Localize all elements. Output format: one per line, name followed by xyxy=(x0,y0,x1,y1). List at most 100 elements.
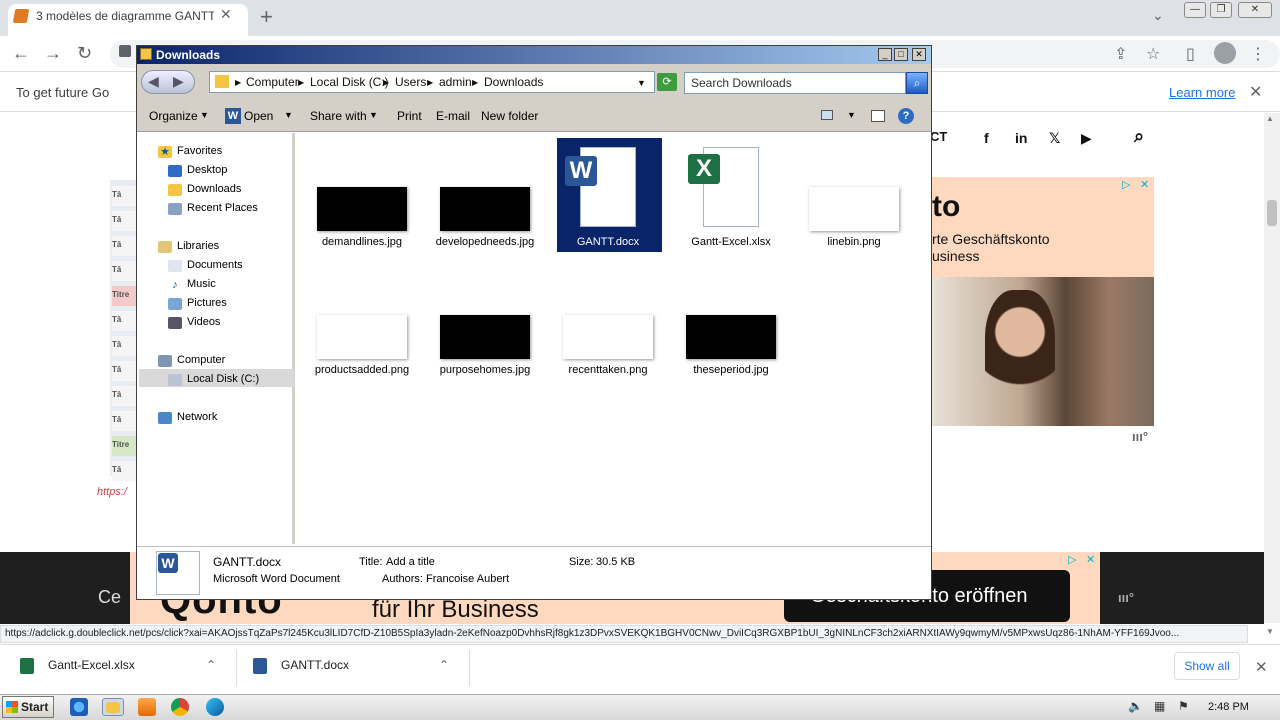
breadcrumb-separator-icon[interactable]: ▶ xyxy=(235,78,241,87)
linkedin-icon[interactable]: in xyxy=(1015,130,1027,146)
file-item[interactable]: Gantt-Excel.xlsx xyxy=(676,236,786,249)
ad-close-icon[interactable]: ✕ xyxy=(1086,553,1095,566)
explorer-close-button[interactable]: ✕ xyxy=(912,48,926,61)
organize-button[interactable]: Organize xyxy=(149,109,198,123)
side-panel-icon[interactable]: ▯ xyxy=(1186,44,1195,64)
image-thumbnail[interactable] xyxy=(563,315,653,359)
image-thumbnail[interactable] xyxy=(440,187,530,231)
clock[interactable]: 2:48 PM xyxy=(1208,701,1249,713)
breadcrumb-item[interactable]: admin xyxy=(439,75,472,89)
explorer-maximize-button[interactable]: □ xyxy=(894,48,908,61)
breadcrumb-separator-icon[interactable]: ▶ xyxy=(472,78,478,87)
scroll-down-arrow-icon[interactable]: ▼ xyxy=(1266,627,1274,636)
network-icon[interactable]: ▦ xyxy=(1154,699,1165,713)
tab-search-chevron-icon[interactable]: ⌄ xyxy=(1152,7,1164,24)
breadcrumb-item[interactable]: Downloads xyxy=(484,75,543,89)
menu-kebab-icon[interactable]: ⋮ xyxy=(1250,44,1266,64)
ad-close-icon[interactable]: ✕ xyxy=(1140,178,1149,191)
nav-item-network[interactable]: Network xyxy=(177,411,217,423)
internet-explorer-icon[interactable] xyxy=(70,698,88,716)
source-link[interactable]: https:/ xyxy=(97,486,127,498)
share-icon[interactable]: ⇪ xyxy=(1114,44,1127,64)
refresh-icon[interactable]: ⟳ xyxy=(657,73,677,91)
details-title-value[interactable]: Add a title xyxy=(386,556,435,568)
nav-menu-item[interactable]: CT xyxy=(930,129,947,144)
share-with-dropdown-icon[interactable]: ▼ xyxy=(369,110,378,120)
edge-icon[interactable] xyxy=(206,698,224,716)
file-item[interactable]: recenttaken.png xyxy=(553,364,663,377)
breadcrumb-item[interactable]: Computer xyxy=(246,75,299,89)
download-options-chevron-icon[interactable]: ⌃ xyxy=(206,658,216,672)
x-twitter-icon[interactable]: 𝕏 xyxy=(1049,130,1060,147)
download-item[interactable]: GANTT.docx xyxy=(281,658,349,672)
image-thumbnail[interactable] xyxy=(809,187,899,231)
reload-button[interactable]: ↻ xyxy=(77,43,92,64)
tab-title[interactable]: 3 modèles de diagramme GANTT vierges xyxy=(36,9,214,23)
file-item[interactable]: productsadded.png xyxy=(307,364,417,377)
back-arrow-icon[interactable]: ◀ xyxy=(148,73,159,90)
view-dropdown-icon[interactable]: ▼ xyxy=(847,110,856,120)
learn-more-link[interactable]: Learn more xyxy=(1169,85,1235,100)
nav-item-computer[interactable]: Computer xyxy=(177,354,225,366)
print-button[interactable]: Print xyxy=(397,109,422,123)
volume-icon[interactable]: 🔈 xyxy=(1128,699,1143,713)
new-tab-button[interactable]: + xyxy=(260,4,273,30)
file-item[interactable]: GANTT.docx xyxy=(553,236,663,249)
file-item[interactable]: purposehomes.jpg xyxy=(430,364,540,377)
organize-dropdown-icon[interactable]: ▼ xyxy=(200,110,209,120)
tab-close-icon[interactable]: ✕ xyxy=(220,6,232,23)
breadcrumb-separator-icon[interactable]: ▶ xyxy=(298,78,304,87)
change-view-icon[interactable] xyxy=(821,110,833,120)
preview-pane-icon[interactable] xyxy=(871,110,885,122)
page-scrollbar[interactable] xyxy=(1264,113,1280,623)
address-history-dropdown-icon[interactable]: ▼ xyxy=(637,78,646,88)
nav-item-documents[interactable]: Documents xyxy=(187,259,243,271)
action-center-flag-icon[interactable]: ⚑ xyxy=(1178,699,1189,713)
facebook-icon[interactable]: f xyxy=(984,130,989,146)
nav-item-recent-places[interactable]: Recent Places xyxy=(187,202,258,214)
breadcrumb-separator-icon[interactable]: ▶ xyxy=(427,78,433,87)
profile-avatar[interactable] xyxy=(1214,42,1236,64)
forward-arrow-icon[interactable]: ▶ xyxy=(173,73,184,90)
nav-item-local-disk[interactable]: Local Disk (C:) xyxy=(187,373,259,385)
nav-item-libraries[interactable]: Libraries xyxy=(177,240,219,252)
open-button[interactable]: Open xyxy=(244,109,273,123)
show-all-button[interactable]: Show all xyxy=(1174,652,1240,680)
explorer-minimize-button[interactable]: _ xyxy=(878,48,892,61)
download-item[interactable]: Gantt-Excel.xlsx xyxy=(48,658,135,672)
image-thumbnail[interactable] xyxy=(440,315,530,359)
bookmark-star-icon[interactable]: ☆ xyxy=(1146,44,1160,64)
image-thumbnail[interactable] xyxy=(317,187,407,231)
image-thumbnail[interactable] xyxy=(317,315,407,359)
explorer-title-bar[interactable] xyxy=(137,46,931,64)
info-bar-close-icon[interactable]: ✕ xyxy=(1249,82,1262,102)
download-options-chevron-icon[interactable]: ⌃ xyxy=(439,658,449,672)
media-player-icon[interactable] xyxy=(138,698,156,716)
file-item[interactable]: linebin.png xyxy=(799,236,909,249)
email-button[interactable]: E-mail xyxy=(436,109,470,123)
help-icon[interactable]: ? xyxy=(898,108,914,124)
scroll-up-arrow-icon[interactable]: ▲ xyxy=(1266,114,1274,123)
share-with-button[interactable]: Share with xyxy=(310,109,367,123)
search-icon[interactable]: ⌕ xyxy=(1134,126,1144,147)
breadcrumb-separator-icon[interactable]: ▶ xyxy=(383,78,389,87)
youtube-icon[interactable]: ▶ xyxy=(1081,130,1092,147)
nav-item-desktop[interactable]: Desktop xyxy=(187,164,227,176)
nav-item-downloads[interactable]: Downloads xyxy=(187,183,241,195)
restore-window-button[interactable]: ❐ xyxy=(1210,2,1232,18)
back-button[interactable]: ← xyxy=(12,43,30,64)
close-window-button[interactable]: ✕ xyxy=(1238,2,1272,18)
nav-item-music[interactable]: Music xyxy=(187,278,216,290)
file-item[interactable]: theseperiod.jpg xyxy=(676,364,786,377)
breadcrumb-item[interactable]: Users xyxy=(395,75,426,89)
search-input[interactable]: Search Downloads xyxy=(684,72,906,94)
scrollbar-thumb[interactable] xyxy=(1267,200,1277,226)
new-folder-button[interactable]: New folder xyxy=(481,109,538,123)
nav-item-pictures[interactable]: Pictures xyxy=(187,297,227,309)
chrome-icon[interactable] xyxy=(171,698,189,716)
forward-button[interactable]: → xyxy=(44,43,62,64)
open-dropdown-icon[interactable]: ▼ xyxy=(284,110,293,120)
adchoices-icon[interactable]: ▷ xyxy=(1068,553,1076,566)
image-thumbnail[interactable] xyxy=(686,315,776,359)
download-shelf-close-icon[interactable]: ✕ xyxy=(1255,658,1268,676)
